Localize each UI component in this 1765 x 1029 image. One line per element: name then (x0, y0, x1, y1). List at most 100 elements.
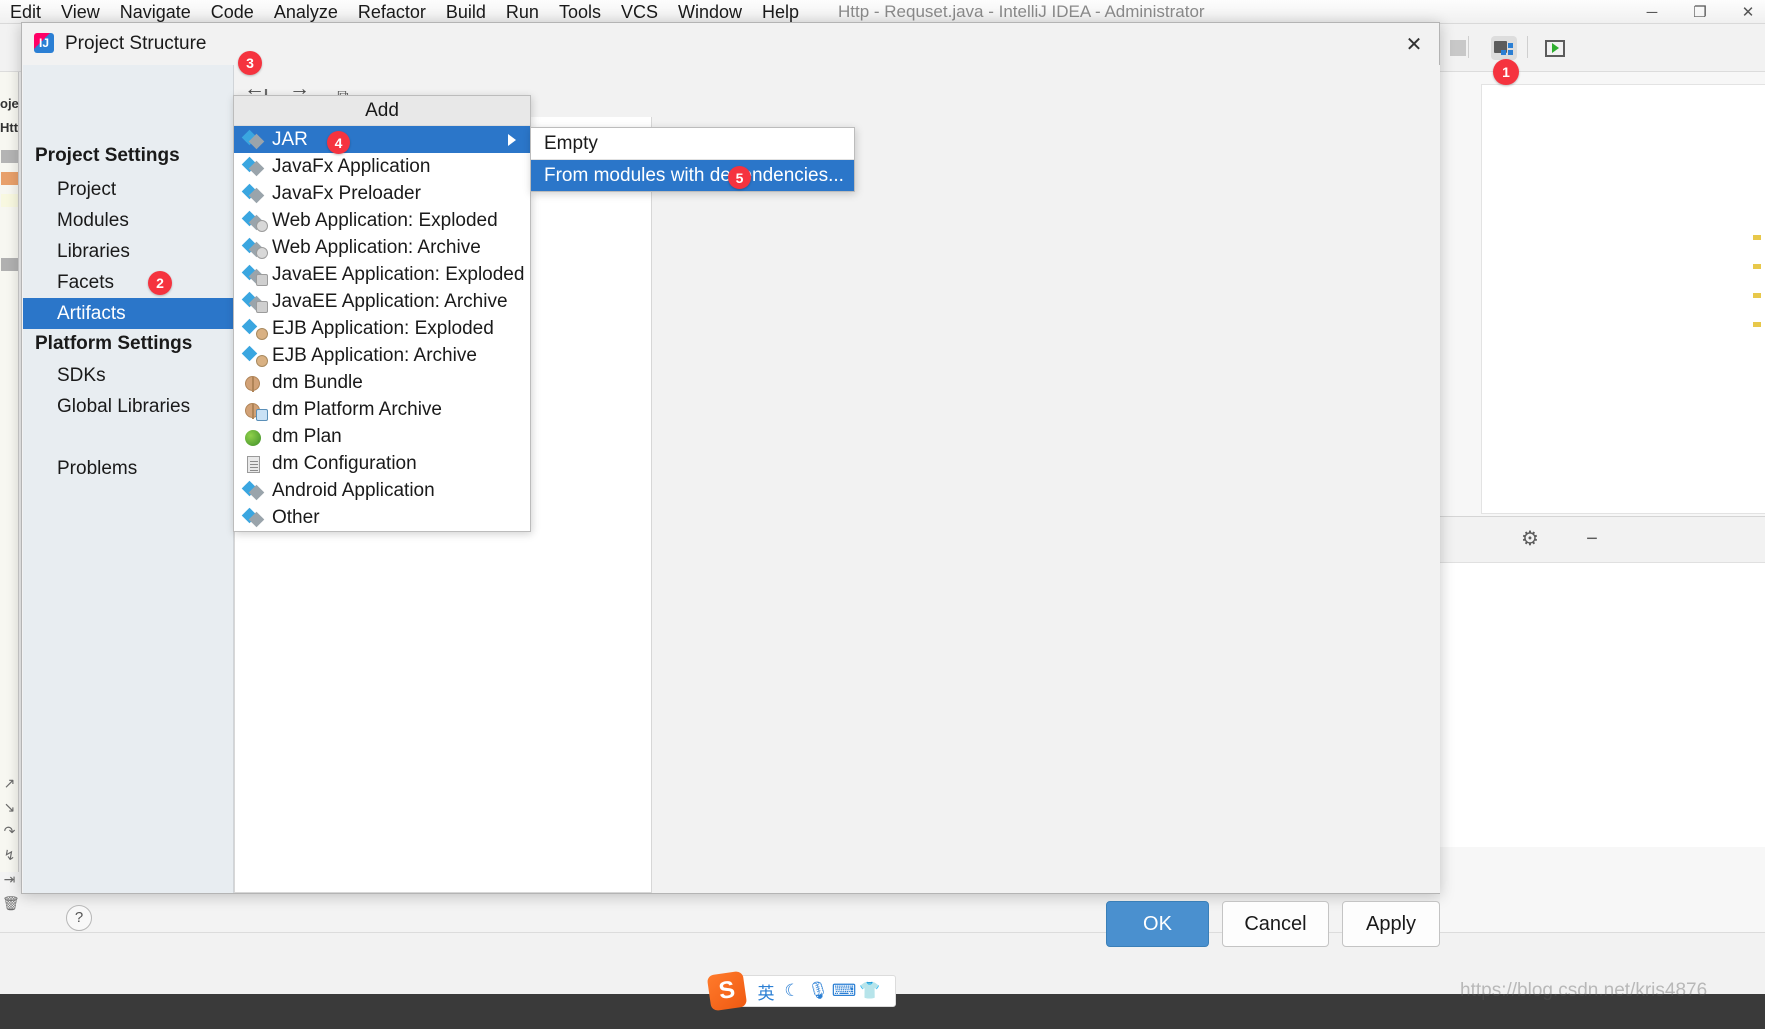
maximize-icon[interactable]: ❐ (1689, 3, 1711, 21)
menu-item-build[interactable]: Build (436, 0, 496, 24)
menu-item-navigate[interactable]: Navigate (110, 0, 201, 24)
arrow-up-right-icon[interactable]: ↗ (2, 772, 17, 794)
menu-item-javafx-application[interactable]: JavaFx Application (234, 153, 530, 180)
ime-keyboard-icon[interactable]: ⌨ (831, 981, 857, 1001)
editor-marker (1753, 293, 1761, 298)
ime-language-icon[interactable]: 英 (753, 979, 779, 1004)
menu-item-dm-bundle[interactable]: dm Bundle (234, 369, 530, 396)
menu-item-view[interactable]: View (51, 0, 110, 24)
run-icon[interactable] (1540, 34, 1570, 62)
ime-toolbar[interactable]: S 英 ☾ 🎙 ⌨ 👕 (706, 970, 896, 1012)
menu-item-android-application[interactable]: Android Application (234, 477, 530, 504)
menu-item-ejb-application-archive[interactable]: EJB Application: Archive (234, 342, 530, 369)
menu-item-label: Android Application (272, 479, 435, 501)
menu-item-jar[interactable]: JAR (234, 126, 530, 153)
sidebar-item-facets[interactable]: Facets (23, 267, 234, 298)
sidebar-item-modules[interactable]: Modules (23, 205, 234, 236)
dialog-titlebar: IJ Project Structure ✕ (22, 23, 1439, 65)
dm-platform-icon (244, 401, 268, 421)
step-badge-4: 4 (327, 131, 350, 154)
minimize-panel-icon[interactable]: − (1580, 527, 1604, 551)
menu-item-web-application-exploded[interactable]: Web Application: Exploded (234, 207, 530, 234)
artifact-web-icon (241, 210, 268, 232)
dm-bundle-icon (244, 374, 266, 392)
artifact-ejb-icon (241, 318, 268, 340)
menu-item-label: JavaFx Preloader (272, 182, 421, 204)
ok-button[interactable]: OK (1106, 901, 1209, 947)
add-menu-title: Add (234, 96, 530, 126)
sidebar-item-libraries[interactable]: Libraries (23, 236, 234, 267)
submenu-item-empty[interactable]: Empty (531, 128, 854, 159)
menu-item-javafx-preloader[interactable]: JavaFx Preloader (234, 180, 530, 207)
left-strip-http-label: Htt (0, 120, 19, 135)
sidebar-item-sdks[interactable]: SDKs (23, 360, 234, 391)
editor-pane[interactable] (1481, 84, 1765, 514)
menu-item-label: dm Plan (272, 425, 342, 447)
chevron-right-icon (508, 133, 516, 146)
menu-item-vcs[interactable]: VCS (611, 0, 668, 24)
add-artifact-menu: Add JAR JavaFx Application JavaFx Preloa… (233, 95, 531, 532)
sidebar-item-artifacts[interactable]: Artifacts (23, 298, 234, 329)
jar-submenu: Empty From modules with dependencies... (530, 127, 855, 192)
apply-button[interactable]: Apply (1342, 901, 1440, 947)
gear-icon[interactable]: ⚙ (1518, 527, 1542, 551)
menu-item-label: JAR (272, 128, 308, 150)
screen-root: Edit View Navigate Code Analyze Refactor… (0, 0, 1765, 1029)
dialog-close-icon[interactable]: ✕ (1401, 32, 1427, 58)
arrow-down-right-icon[interactable]: ↘ (2, 796, 17, 818)
step-badge-5: 5 (728, 166, 751, 189)
stop-icon[interactable] (1443, 34, 1473, 62)
menu-item-label: JavaEE Application: Archive (272, 290, 508, 312)
menu-item-help[interactable]: Help (752, 0, 809, 24)
artifact-web-icon (241, 237, 268, 259)
menu-item-web-application-archive[interactable]: Web Application: Archive (234, 234, 530, 261)
left-strip-project-label: oje (0, 96, 19, 111)
menu-item-tools[interactable]: Tools (549, 0, 611, 24)
artifacts-detail-pane (653, 117, 1440, 893)
menu-item-dm-configuration[interactable]: dm Configuration (234, 450, 530, 477)
menu-item-code[interactable]: Code (201, 0, 264, 24)
menu-item-dm-plan[interactable]: dm Plan (234, 423, 530, 450)
left-strip-chip-pale (1, 194, 18, 207)
left-strip-chip-grey-2 (1, 258, 18, 271)
menu-item-javaee-application-exploded[interactable]: JavaEE Application: Exploded (234, 261, 530, 288)
run-to-cursor-icon[interactable]: ⇥ (2, 868, 17, 890)
ime-moon-icon[interactable]: ☾ (779, 981, 805, 1001)
dialog-title: Project Structure (65, 33, 207, 54)
menu-item-other[interactable]: Other (234, 504, 530, 531)
menu-item-refactor[interactable]: Refactor (348, 0, 436, 24)
left-strip-chip-orange (1, 172, 18, 185)
step-badge-2: 2 (148, 271, 172, 295)
menu-item-ejb-application-exploded[interactable]: EJB Application: Exploded (234, 315, 530, 342)
step-into-icon[interactable]: ↯ (2, 844, 17, 866)
minimize-icon[interactable]: ─ (1641, 4, 1663, 21)
menu-item-label: Web Application: Exploded (272, 209, 498, 231)
delete-icon[interactable]: 🗑 (2, 892, 20, 914)
menu-item-run[interactable]: Run (496, 0, 549, 24)
ime-skin-icon[interactable]: 👕 (857, 981, 883, 1001)
submenu-item-from-modules-with-dependencies[interactable]: From modules with dependencies... (531, 160, 854, 191)
menu-item-analyze[interactable]: Analyze (264, 0, 348, 24)
menu-item-javaee-application-archive[interactable]: JavaEE Application: Archive (234, 288, 530, 315)
editor-scroll-markers (1753, 235, 1761, 351)
menu-item-window[interactable]: Window (668, 0, 752, 24)
menu-item-label: EJB Application: Exploded (272, 317, 494, 339)
help-button[interactable]: ? (66, 905, 92, 931)
artifact-android-icon (241, 480, 266, 500)
close-icon[interactable]: ✕ (1737, 3, 1759, 21)
project-structure-icon[interactable] (1489, 34, 1519, 62)
menu-item-edit[interactable]: Edit (0, 0, 51, 24)
cancel-button[interactable]: Cancel (1222, 901, 1329, 947)
sidebar-item-global-libraries[interactable]: Global Libraries (23, 391, 234, 422)
menu-item-label: dm Bundle (272, 371, 363, 393)
dm-plan-icon (244, 428, 266, 446)
sogou-logo-icon[interactable]: S (706, 970, 748, 1012)
step-over-icon[interactable]: ↷ (2, 820, 17, 842)
sidebar-item-problems[interactable]: Problems (23, 453, 234, 484)
sidebar-item-project[interactable]: Project (23, 174, 234, 205)
menubar-items: Edit View Navigate Code Analyze Refactor… (0, 0, 809, 24)
tool-window-content (1440, 562, 1765, 847)
ime-microphone-icon[interactable]: 🎙 (805, 981, 831, 1001)
dm-config-icon (244, 455, 266, 473)
menu-item-dm-platform-archive[interactable]: dm Platform Archive (234, 396, 530, 423)
